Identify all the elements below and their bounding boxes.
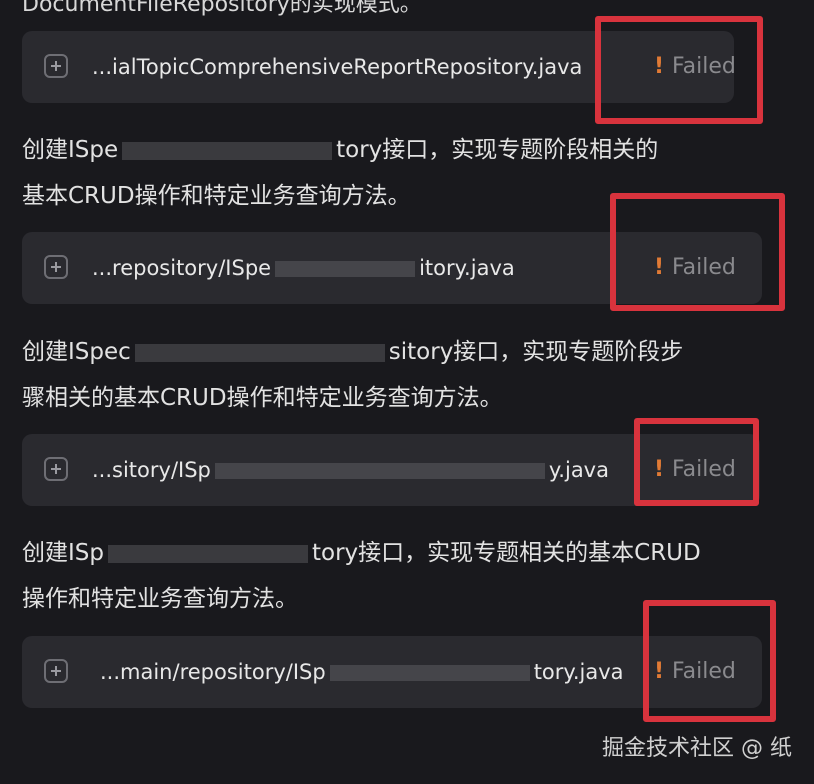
- file-path: ...main/repository/ISp tory.java: [100, 660, 624, 684]
- highlight-box: [595, 16, 763, 124]
- description-paragraph: 创建ISpec sitory接口，实现专题阶段步 骤相关的基本CRUD操作和特定业…: [22, 339, 684, 411]
- expand-plus-icon[interactable]: [44, 457, 68, 481]
- expand-plus-icon[interactable]: [44, 54, 68, 78]
- highlight-box: [634, 418, 759, 506]
- highlight-box: [610, 193, 785, 311]
- watermark: 掘金技术社区 @ 纸: [602, 736, 792, 761]
- expand-plus-icon[interactable]: [44, 255, 68, 279]
- highlight-box: [643, 600, 776, 722]
- file-path: ...sitory/ISp y.java: [92, 458, 609, 482]
- truncated-paragraph: DocumentFileRepository的实现模式。: [22, 0, 422, 17]
- file-path: ...repository/ISpe itory.java: [92, 256, 515, 280]
- file-path: ...ialTopicComprehensiveReportRepository…: [92, 55, 583, 79]
- expand-plus-icon[interactable]: [44, 659, 68, 683]
